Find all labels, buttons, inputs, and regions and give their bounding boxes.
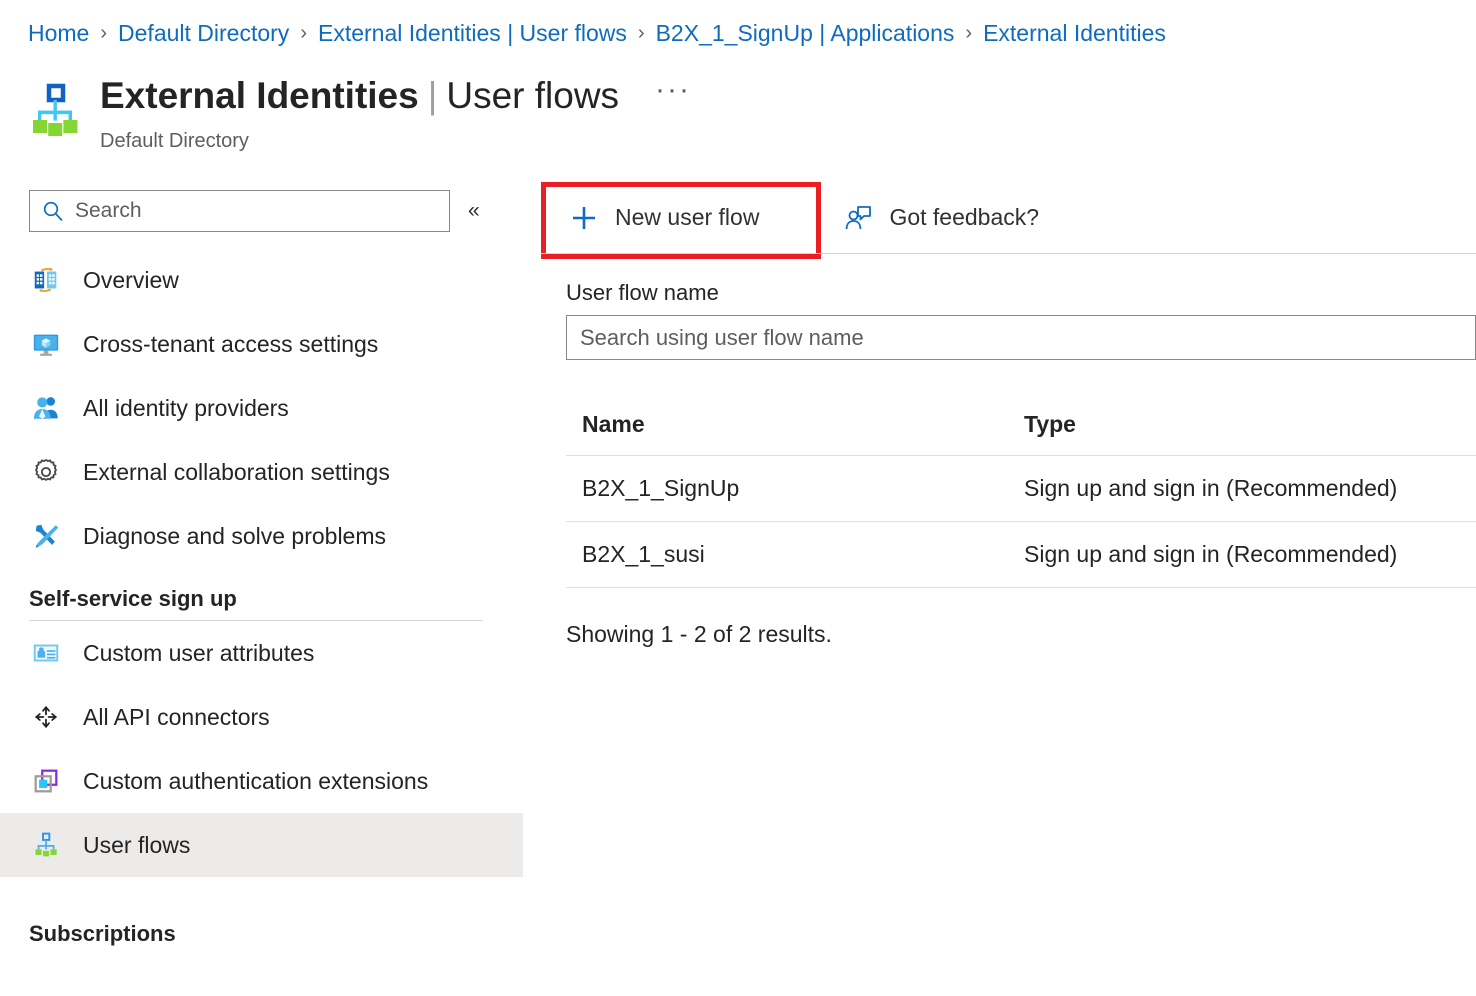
breadcrumb-item-external-identities-user-flows[interactable]: External Identities | User flows (318, 18, 627, 48)
sidebar-item-overview[interactable]: Overview (0, 248, 523, 312)
user-flow-name-label: User flow name (541, 280, 1476, 306)
breadcrumb-separator-icon: › (965, 18, 972, 48)
four-arrows-icon (29, 700, 63, 734)
overlapping-squares-icon (29, 764, 63, 798)
sidebar-group-title-self-service-sign-up: Self-service sign up (0, 586, 523, 612)
page-subtitle: Default Directory (100, 128, 691, 154)
user-flows-hierarchy-icon (26, 82, 84, 140)
sidebar-item-label: Overview (83, 267, 179, 294)
sidebar-group-title-subscriptions: Subscriptions (0, 921, 523, 947)
breadcrumb-item-external-identities[interactable]: External Identities (983, 18, 1166, 48)
results-summary: Showing 1 - 2 of 2 results. (566, 621, 1476, 648)
search-icon (42, 200, 64, 222)
sidebar-item-label: User flows (83, 832, 190, 859)
got-feedback-label: Got feedback? (889, 204, 1039, 231)
page-title-sub: User flows (446, 72, 619, 120)
sidebar-item-custom-authentication-extensions[interactable]: Custom authentication extensions (0, 749, 523, 813)
got-feedback-button[interactable]: Got feedback? (843, 196, 1039, 240)
user-flows-table: Name Type B2X_1_SignUp Sign up and sign … (566, 394, 1476, 588)
breadcrumb-item-home[interactable]: Home (28, 18, 89, 48)
sidebar-item-label: All API connectors (83, 704, 270, 731)
column-header-type[interactable]: Type (1024, 411, 1476, 438)
user-flow-name-input[interactable]: Search using user flow name (566, 315, 1476, 360)
plus-icon (569, 203, 599, 233)
user-flow-name-placeholder: Search using user flow name (580, 325, 864, 351)
search-input[interactable]: Search (29, 190, 450, 232)
identity-providers-icon (29, 391, 63, 425)
new-user-flow-button[interactable]: New user flow (569, 196, 759, 240)
monitor-cube-icon (29, 327, 63, 361)
more-options-icon[interactable]: ··· (655, 75, 691, 105)
cell-name[interactable]: B2X_1_SignUp (566, 475, 1024, 502)
table-row[interactable]: B2X_1_susi Sign up and sign in (Recommen… (566, 522, 1476, 588)
double-chevron-left-icon[interactable]: « (468, 199, 480, 223)
gear-icon (29, 455, 63, 489)
sidebar: Search « Overview (0, 190, 523, 996)
toolbar-divider (541, 253, 1476, 254)
search-input-placeholder: Search (75, 199, 142, 223)
table-row[interactable]: B2X_1_SignUp Sign up and sign in (Recomm… (566, 456, 1476, 522)
sidebar-item-label: Diagnose and solve problems (83, 523, 386, 550)
breadcrumb-separator-icon: › (100, 18, 107, 48)
page-title: External Identities | User flows ··· (100, 72, 691, 120)
cell-name[interactable]: B2X_1_susi (566, 541, 1024, 568)
main-content: New user flow Got feedback? User flow na… (541, 182, 1476, 996)
command-bar: New user flow Got feedback? (541, 182, 1476, 253)
sidebar-item-all-api-connectors[interactable]: All API connectors (0, 685, 523, 749)
sidebar-search-row: Search « (0, 190, 523, 232)
sidebar-item-label: Cross-tenant access settings (83, 331, 378, 358)
cell-type: Sign up and sign in (Recommended) (1024, 475, 1476, 502)
user-flows-hierarchy-icon (29, 828, 63, 862)
breadcrumb: Home › Default Directory › External Iden… (28, 18, 1166, 48)
sidebar-item-label: Custom authentication extensions (83, 768, 428, 795)
overview-icon (29, 263, 63, 297)
wrench-screwdriver-icon (29, 519, 63, 553)
page-header: External Identities | User flows ··· Def… (26, 72, 691, 154)
table-header-row: Name Type (566, 394, 1476, 456)
column-header-name[interactable]: Name (566, 411, 1024, 438)
page-title-divider: | (428, 72, 438, 120)
breadcrumb-separator-icon: › (638, 18, 645, 48)
sidebar-item-custom-user-attributes[interactable]: Custom user attributes (0, 621, 523, 685)
sidebar-item-user-flows[interactable]: User flows (0, 813, 523, 877)
id-card-icon (29, 636, 63, 670)
sidebar-item-label: All identity providers (83, 395, 289, 422)
sidebar-item-label: External collaboration settings (83, 459, 390, 486)
breadcrumb-item-b2x-signup-applications[interactable]: B2X_1_SignUp | Applications (656, 18, 955, 48)
breadcrumb-item-default-directory[interactable]: Default Directory (118, 18, 289, 48)
sidebar-item-diagnose-and-solve-problems[interactable]: Diagnose and solve problems (0, 504, 523, 568)
sidebar-item-all-identity-providers[interactable]: All identity providers (0, 376, 523, 440)
sidebar-item-label: Custom user attributes (83, 640, 314, 667)
sidebar-item-cross-tenant-access-settings[interactable]: Cross-tenant access settings (0, 312, 523, 376)
breadcrumb-separator-icon: › (300, 18, 307, 48)
page-title-main: External Identities (100, 72, 419, 120)
person-feedback-icon (843, 203, 873, 233)
sidebar-item-external-collaboration-settings[interactable]: External collaboration settings (0, 440, 523, 504)
new-user-flow-label: New user flow (615, 204, 759, 231)
cell-type: Sign up and sign in (Recommended) (1024, 541, 1476, 568)
